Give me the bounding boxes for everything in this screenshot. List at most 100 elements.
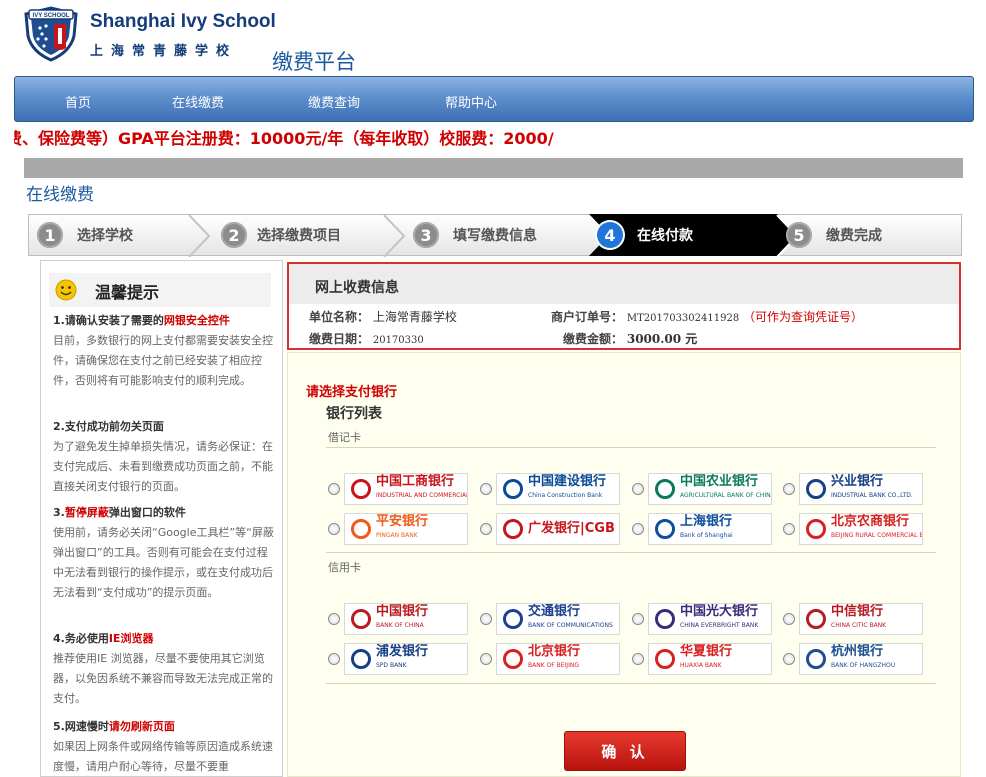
bank-selection-panel: 请选择支付银行 银行列表 借记卡 中国工商银行 INDUSTRIAL AND CO…	[287, 352, 961, 777]
unit-name-row: 单位名称： 上海常青藤学校	[309, 308, 457, 325]
ccb-icon	[503, 479, 523, 499]
credit-bank-5[interactable]: 北京银行 BANK OF BEIJING	[496, 643, 620, 675]
order-number-value: MT201703302411928	[626, 313, 740, 324]
announcement-marquee: 费、保险费等）GPA平台注册费：10000元/年（每年收取）校服费：2000/	[14, 125, 974, 149]
tip-5-heading: 5.网速慢时	[53, 720, 109, 733]
debit-bank-name-7: 北京农商银行	[831, 514, 910, 529]
smiley-icon	[55, 279, 77, 301]
credit-bank-2[interactable]: 中国光大银行 CHINA EVERBRIGHT BANK	[648, 603, 772, 635]
payment-amount-value: 3000.00 元	[626, 332, 698, 346]
step-1-number: 1	[37, 222, 63, 248]
credit-bank-0[interactable]: 中国银行 BANK OF CHINA	[344, 603, 468, 635]
debit-bank-sub-2: AGRICULTURAL BANK OF CHINA	[680, 492, 772, 499]
debit-radio-7[interactable]	[783, 523, 795, 535]
order-number-row: 商户订单号： MT201703302411928 （可作为查询凭证号）	[551, 308, 863, 325]
cgb-icon	[503, 519, 523, 539]
bottom-divider	[326, 683, 936, 684]
hzb-icon	[806, 649, 826, 669]
debit-bank-7[interactable]: 北京农商银行 BEIJING RURAL COMMERCIAL BANK	[799, 513, 923, 545]
debit-bank-sub-7: BEIJING RURAL COMMERCIAL BANK	[831, 532, 922, 539]
credit-bank-sub-3: CHINA CITIC BANK	[831, 622, 887, 629]
credit-radio-3[interactable]	[783, 613, 795, 625]
step-1: 1 选择学校	[37, 215, 133, 255]
debit-bank-name-6: 上海银行	[680, 514, 733, 529]
credit-radio-6[interactable]	[632, 653, 644, 665]
credit-bank-4[interactable]: 浦发银行 SPD BANK	[344, 643, 468, 675]
credit-bank-name-2: 中国光大银行	[680, 604, 759, 619]
credit-bank-1[interactable]: 交通银行 BANK OF COMMUNICATIONS	[496, 603, 620, 635]
credit-radio-5[interactable]	[480, 653, 492, 665]
tip-3-body: 使用前，请务必关闭“Google工具栏”等“屏蔽弹出窗口”的工具。否则有可能会在…	[53, 526, 274, 599]
tips-title: 温馨提示	[95, 283, 160, 302]
debit-radio-1[interactable]	[480, 483, 492, 495]
tip-5: 5.网速慢时请勿刷新页面 如果因上网条件或网络传输等原因造成系统速度慢，请用户耐…	[53, 717, 275, 776]
tip-5-body: 如果因上网条件或网络传输等原因造成系统速度慢，请用户耐心等待，尽量不要重	[53, 740, 273, 773]
debit-radio-2[interactable]	[632, 483, 644, 495]
unit-name-label: 单位名称：	[309, 310, 370, 324]
credit-bank-name-1: 交通银行	[528, 604, 581, 619]
tip-3-number: 3.	[53, 506, 65, 519]
credit-radio-1[interactable]	[480, 613, 492, 625]
debit-bank-5[interactable]: 广发银行|CGB	[496, 513, 620, 545]
tip-5-highlight: 请勿刷新页面	[108, 720, 175, 733]
confirm-button[interactable]: 确 认	[564, 731, 686, 771]
tip-1-highlight: 网银安全控件	[163, 314, 230, 327]
nav-help-center[interactable]: 帮助中心	[445, 92, 497, 111]
debit-radio-5[interactable]	[480, 523, 492, 535]
tip-1-heading: 1.请确认安装了需要的	[53, 314, 164, 327]
debit-bank-4[interactable]: 平安银行 PINGAN BANK	[344, 513, 468, 545]
debit-card-label: 借记卡	[328, 431, 361, 444]
step-3-label: 填写缴费信息	[453, 228, 537, 244]
step-4-label: 在线付款	[637, 228, 693, 244]
tip-3-heading: 弹出窗口的软件	[108, 506, 186, 519]
credit-radio-7[interactable]	[783, 653, 795, 665]
order-number-label: 商户订单号：	[551, 310, 624, 324]
debit-bank-6[interactable]: 上海银行 Bank of Shanghai	[648, 513, 772, 545]
credit-bank-sub-0: BANK OF CHINA	[376, 622, 424, 629]
debit-radio-4[interactable]	[328, 523, 340, 535]
step-5: 5 缴费完成	[786, 215, 882, 255]
debit-bank-2[interactable]: 中国农业银行 AGRICULTURAL BANK OF CHINA	[648, 473, 772, 505]
step-2-label: 选择缴费项目	[257, 228, 341, 244]
logo-text: IVY SCHOOL	[33, 13, 70, 19]
step-4-active: 4 在线付款	[597, 215, 693, 255]
nav-online-payment[interactable]: 在线缴费	[172, 92, 224, 111]
ceb-icon	[655, 609, 675, 629]
credit-bank-3[interactable]: 中信银行 CHINA CITIC BANK	[799, 603, 923, 635]
bob-icon	[503, 649, 523, 669]
citic-icon	[806, 609, 826, 629]
credit-bank-name-0: 中国银行	[376, 604, 429, 619]
nav-home[interactable]: 首页	[65, 92, 91, 111]
hxb-icon	[655, 649, 675, 669]
debit-radio-6[interactable]	[632, 523, 644, 535]
unit-name-value: 上海常青藤学校	[372, 310, 457, 324]
tip-4-heading: 4.务必使用	[53, 632, 109, 645]
credit-bank-name-4: 浦发银行	[376, 644, 429, 659]
tip-3-highlight: 暂停屏蔽	[64, 506, 109, 519]
credit-bank-6[interactable]: 华夏银行 HUAXIA BANK	[648, 643, 772, 675]
credit-radio-2[interactable]	[632, 613, 644, 625]
debit-bank-sub-4: PINGAN BANK	[376, 532, 418, 539]
debit-bank-0[interactable]: 中国工商银行 INDUSTRIAL AND COMMERCIAL BANK OF …	[344, 473, 468, 505]
tips-header: 温馨提示	[49, 273, 271, 307]
nav-payment-query[interactable]: 缴费查询	[308, 92, 360, 111]
payment-date-value: 20170330	[372, 335, 424, 346]
debit-radio-3[interactable]	[783, 483, 795, 495]
credit-radio-0[interactable]	[328, 613, 340, 625]
debit-bank-1[interactable]: 中国建设银行 China Construction Bank	[496, 473, 620, 505]
credit-bank-sub-6: HUAXIA BANK	[680, 662, 722, 669]
school-logo: IVY SCHOOL	[20, 6, 82, 62]
debit-radio-0[interactable]	[328, 483, 340, 495]
debit-divider	[326, 447, 936, 448]
credit-bank-sub-7: BANK OF HANGZHOU	[831, 662, 896, 669]
credit-bank-sub-4: SPD BANK	[376, 662, 407, 669]
payment-page: IVY SCHOOL Shanghai Ivy School 上海常青藤学校 缴…	[0, 0, 986, 777]
debit-bank-3[interactable]: 兴业银行 INDUSTRIAL BANK CO.,LTD.	[799, 473, 923, 505]
bjrcb-icon	[806, 519, 826, 539]
tip-4: 4.务必使用IE浏览器 推荐使用IE 浏览器，尽量不要使用其它浏览器，以免因系统…	[53, 629, 275, 709]
credit-radio-4[interactable]	[328, 653, 340, 665]
bank-list-title: 银行列表	[326, 406, 382, 422]
credit-bank-7[interactable]: 杭州银行 BANK OF HANGZHOU	[799, 643, 923, 675]
step-2: 2 选择缴费项目	[221, 215, 341, 255]
tip-2-body: 为了避免发生掉单损失情况，请务必保证：在支付完成后、未看到缴费成功页面之前，不能…	[53, 440, 273, 493]
